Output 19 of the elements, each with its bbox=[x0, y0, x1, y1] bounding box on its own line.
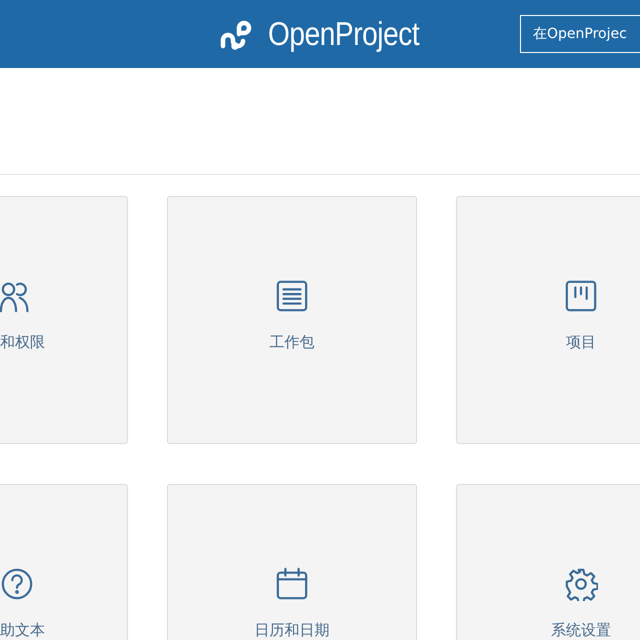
card-label: 项目 bbox=[566, 333, 596, 352]
help-icon bbox=[0, 567, 34, 601]
card-label: 日历和日期 bbox=[254, 621, 330, 640]
admin-card[interactable]: 工作包 bbox=[167, 196, 417, 444]
admin-card[interactable]: 助文本 bbox=[0, 484, 128, 640]
card-label: 和权限 bbox=[0, 333, 45, 352]
logo-text: OpenProject bbox=[268, 15, 420, 53]
settings-icon bbox=[564, 567, 598, 601]
card-label: 工作包 bbox=[270, 333, 314, 352]
admin-card[interactable]: 和权限 bbox=[0, 196, 128, 444]
admin-card[interactable]: 项目 bbox=[456, 196, 640, 444]
admin-card[interactable]: 日历和日期 bbox=[167, 484, 417, 640]
admin-card[interactable]: 系统设置 bbox=[456, 484, 640, 640]
card-label: 系统设置 bbox=[551, 621, 611, 640]
list-icon bbox=[275, 279, 309, 313]
header-button[interactable]: 在OpenProjec bbox=[520, 15, 640, 53]
card-label: 助文本 bbox=[0, 621, 45, 640]
board-icon bbox=[564, 279, 598, 313]
calendar-icon bbox=[275, 567, 309, 601]
